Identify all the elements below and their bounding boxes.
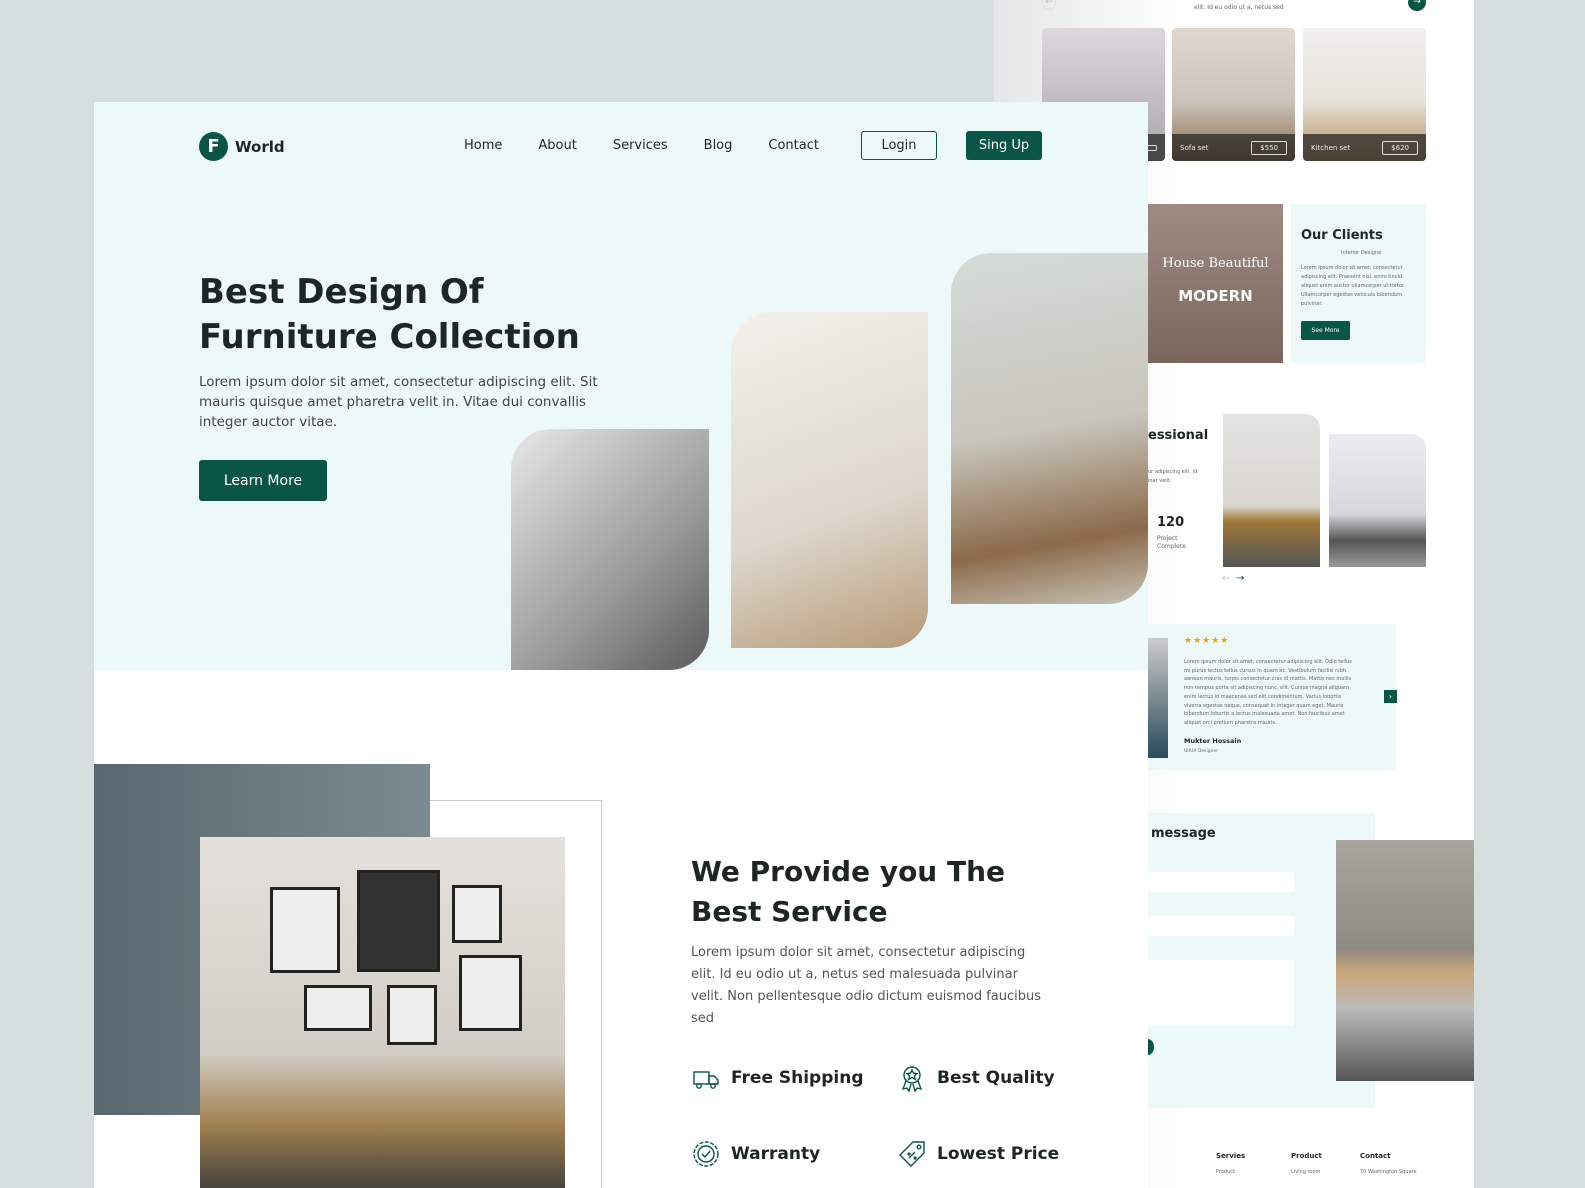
logo[interactable]: F World [199,132,285,161]
rating-stars: ★★★★★ [1184,636,1230,646]
footer-link[interactable]: Living room [1291,1168,1320,1177]
gallery-wall-photo [200,837,565,1188]
service-title: We Provide you The Best Service [691,855,1006,928]
client-brands-image: House Beautiful MODERN [1148,204,1283,363]
next-arrow-icon[interactable]: → [1236,573,1244,584]
brand-modern: MODERN [1178,287,1253,305]
reviewer-photo [1148,638,1168,758]
login-button[interactable]: Login [861,131,937,160]
reviewer-name: Mukter Hossain [1184,737,1242,745]
clients-title: Our Clients [1301,228,1383,243]
feature-label: Best Quality [937,1068,1055,1088]
nav-about[interactable]: About [538,138,576,153]
signup-button[interactable]: Sing Up [966,131,1042,160]
product-card[interactable]: Kitchen set $620 [1303,28,1426,161]
form-input[interactable] [1148,872,1294,892]
learn-more-button[interactable]: Learn More [199,460,327,501]
message-title: message [1151,826,1216,841]
product-card[interactable]: Sofa set $550 [1172,28,1295,161]
feature-lowest-price: Lowest Price [897,1139,1059,1169]
feature-best-quality: Best Quality [897,1063,1055,1093]
product-price: $550 [1251,140,1287,155]
price-tag-icon [899,1141,925,1167]
armchair-image [1336,840,1474,1081]
testimonial-text: Lorem ipsum dolor sit amet, consectetur … [1184,659,1352,726]
hero-title: Best Design Of Furniture Collection [199,272,580,357]
stat-value: 120 [1157,515,1185,530]
form-textarea[interactable] [1148,960,1294,1026]
footer-heading: Product [1291,1152,1322,1160]
product-price: $620 [1382,140,1418,155]
reviewer-role: UI/UX Designer [1184,749,1219,754]
living-room-photo [951,253,1148,604]
next-testimonial-button[interactable]: › [1384,690,1397,703]
brand-house-beautiful: House Beautiful [1162,256,1269,271]
product-name: Kitchen set [1311,143,1351,152]
feature-label: Free Shipping [731,1068,864,1088]
intro-text: elit. Id eu odio ut a, netus sed [1194,4,1284,11]
professional-text: ur adipiscing elit. Id inar velit. [1148,469,1198,484]
feature-label: Warranty [731,1144,821,1164]
nav-home[interactable]: Home [464,138,502,153]
prev-arrow-icon[interactable]: ← [1042,0,1056,10]
service-text: Lorem ipsum dolor sit amet, consectetur … [691,945,1042,1026]
prev-arrow-icon[interactable]: ← [1222,573,1230,584]
footer-heading: Contact [1360,1152,1391,1160]
award-badge-icon [901,1066,923,1093]
main-page: F World Home About Services Blog Contact… [94,102,1148,1188]
feature-warranty: Warranty [691,1139,820,1169]
next-arrow-icon[interactable]: → [1408,0,1426,11]
see-more-button[interactable]: See More [1301,321,1350,340]
armchair-photo [511,429,709,670]
clients-text: Lorem ipsum dolor sit amet, consectetur … [1301,265,1406,307]
footer-link[interactable]: Product [1216,1168,1235,1177]
main-nav: Home About Services Blog Contact [464,138,819,153]
reading-corner-photo [731,312,928,648]
logo-text: World [235,137,285,156]
testimonial-card: ★★★★★ Lorem ipsum dolor sit amet, consec… [1148,624,1397,770]
form-input[interactable] [1148,916,1294,936]
hero-text: Lorem ipsum dolor sit amet, consectetur … [199,374,598,430]
product-name: Sofa set [1180,143,1209,152]
gallery-image [1223,414,1320,567]
feature-label: Lowest Price [937,1144,1060,1164]
clients-subtitle: Interior Designe [1341,250,1382,256]
gallery-image [1329,434,1426,567]
professional-title: essional [1148,428,1209,443]
nav-services[interactable]: Services [613,138,668,153]
footer-link: 70 Washington Square [1360,1169,1417,1175]
nav-contact[interactable]: Contact [768,138,819,153]
stat-label: Project Complete [1157,535,1186,550]
clients-card: Our Clients Interior Designe Lorem ipsum… [1291,204,1426,363]
logo-mark: F [199,132,228,161]
nav-blog[interactable]: Blog [704,138,733,153]
footer-heading: Servies [1216,1152,1246,1160]
feature-free-shipping: Free Shipping [691,1063,864,1093]
check-badge-icon [693,1141,719,1167]
truck-icon [693,1071,719,1089]
